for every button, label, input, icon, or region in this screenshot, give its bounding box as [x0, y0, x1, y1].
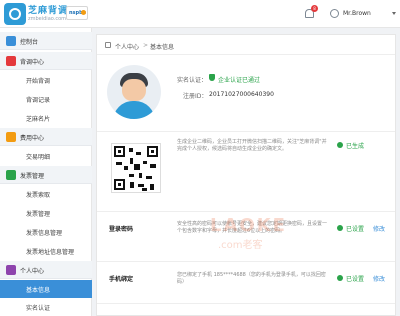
sidebar-item-label: 发票管理	[26, 211, 51, 218]
auth-label: 实名认证：	[177, 77, 208, 84]
sidebar-item-card[interactable]: 芝麻名片	[0, 109, 92, 127]
change-phone-link[interactable]: 修改	[373, 274, 385, 283]
sidebar-item-label: 发票地址信息管理	[26, 249, 75, 256]
phone-binding-description: 您已绑定了手机 185****4688（您的手机为登录手机，可以找回密码）	[177, 272, 326, 285]
sidebar-group-invoice[interactable]: 发票管理	[0, 166, 92, 184]
sidebar-item-invoice-request[interactable]: 发票索取	[0, 185, 92, 203]
breadcrumb-level1[interactable]: 个人中心	[115, 42, 139, 51]
sidebar-group-label: 控制台	[20, 39, 39, 46]
sidebar-item-invoice-info[interactable]: 发票信息管理	[0, 223, 92, 241]
top-bar: 芝麻背调 zmbeidiao.com nspbx 8 Mr.Brown	[0, 0, 400, 28]
sidebar-item-label: 实名认证	[26, 305, 51, 312]
breadcrumb-level2: 基本信息	[150, 44, 175, 51]
sidebar-group-dashboard[interactable]: 控制台	[0, 32, 92, 50]
sidebar: 控制台 背调中心 开始背调 背调记录 芝麻名片 费用中心 交易明细 发票管理 发…	[0, 28, 92, 316]
phone-binding-status: 已设置	[346, 276, 365, 283]
reg-id-value: 20171027000640390	[209, 91, 274, 98]
chevron-down-icon[interactable]	[392, 12, 396, 15]
sidebar-item-invoice-address[interactable]: 发票地址信息管理	[0, 242, 92, 260]
watermark: LAOKE	[210, 215, 287, 236]
sidebar-item-start-survey[interactable]: 开始背调	[0, 71, 92, 89]
qr-code	[111, 143, 161, 193]
sidebar-item-invoice-manage[interactable]: 发票管理	[0, 204, 92, 222]
shield-icon	[209, 74, 215, 81]
sidebar-item-verification[interactable]: 实名认证	[0, 298, 92, 316]
invoice-icon	[6, 170, 16, 180]
check-icon	[337, 225, 343, 231]
main-panel: 个人中心 > 基本信息 实名认证： 企业认证已通过 注册ID： 20171027…	[96, 34, 396, 316]
section-divider	[97, 303, 395, 304]
sidebar-group-survey[interactable]: 背调中心	[0, 52, 92, 70]
section-divider	[97, 211, 395, 212]
sidebar-group-personal[interactable]: 个人中心	[0, 261, 92, 279]
breadcrumb: 个人中心 > 基本信息	[97, 35, 395, 55]
home-icon	[105, 42, 111, 48]
brand-logo-icon[interactable]	[4, 3, 26, 25]
auth-status: 企业认证已通过	[218, 77, 261, 84]
partner-logo: nspbx	[66, 6, 88, 20]
billing-icon	[6, 132, 16, 142]
user-name[interactable]: Mr.Brown	[343, 10, 371, 17]
sidebar-item-survey-records[interactable]: 背调记录	[0, 90, 92, 108]
survey-icon	[6, 56, 16, 66]
section-divider	[97, 261, 395, 262]
sidebar-group-label: 费用中心	[20, 135, 45, 142]
section-divider	[97, 131, 395, 132]
check-icon	[337, 142, 343, 148]
login-password-status: 已设置	[346, 226, 365, 233]
sidebar-item-label: 发票索取	[26, 192, 51, 199]
dashboard-icon	[6, 36, 16, 46]
sidebar-group-label: 发票管理	[20, 173, 45, 180]
sidebar-item-label: 开始背调	[26, 78, 51, 85]
sidebar-group-billing[interactable]: 费用中心	[0, 128, 92, 146]
sidebar-item-label: 交易明细	[26, 154, 51, 161]
sidebar-item-transactions[interactable]: 交易明细	[0, 147, 92, 165]
breadcrumb-separator: >	[143, 42, 149, 49]
reg-id-label: 注册ID：	[183, 93, 208, 100]
notification-badge: 8	[311, 5, 318, 12]
phone-binding-title: 手机绑定	[109, 276, 134, 283]
login-password-title: 登录密码	[109, 226, 134, 233]
sidebar-item-label: 发票信息管理	[26, 230, 63, 237]
sidebar-group-label: 背调中心	[20, 59, 45, 66]
avatar[interactable]	[107, 65, 161, 119]
sidebar-item-label: 基本信息	[26, 287, 51, 294]
qr-status: 已生成	[346, 143, 365, 150]
brand-title[interactable]: 芝麻背调	[28, 3, 68, 16]
brand-url: zmbeidiao.com	[28, 16, 67, 22]
check-icon	[337, 275, 343, 281]
qr-description: 生成企业二维码，企业员工打开微信扫描二维码，关注"芝麻背调"并完成个人授权，候选…	[177, 139, 327, 152]
sidebar-item-label: 背调记录	[26, 97, 51, 104]
sidebar-item-basic-info[interactable]: 基本信息	[0, 280, 92, 298]
change-password-link[interactable]: 修改	[373, 224, 385, 233]
sidebar-group-label: 个人中心	[20, 268, 45, 275]
user-icon[interactable]	[330, 9, 339, 18]
person-icon	[6, 265, 16, 275]
watermark-sub: .com老客	[218, 240, 263, 251]
sidebar-item-label: 芝麻名片	[26, 116, 51, 123]
